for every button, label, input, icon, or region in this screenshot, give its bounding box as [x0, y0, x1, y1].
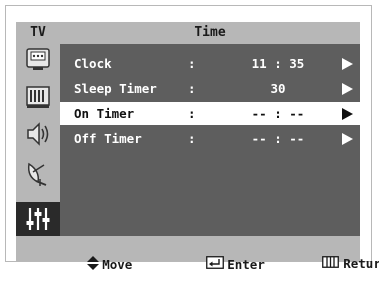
footer-enter-label: Enter	[227, 256, 265, 272]
menu-item-on-timer[interactable]: On Timer : -- : --	[60, 102, 360, 125]
footer-return: Return	[262, 241, 379, 286]
arrow-right-icon	[342, 102, 356, 125]
menu-item-label: Sleep Timer	[74, 81, 157, 96]
menu-item-label: Off Timer	[74, 131, 142, 146]
menu-item-off-timer[interactable]: Off Timer : -- : --	[60, 127, 360, 150]
footer-return-label: Return	[343, 256, 379, 271]
footer-enter: Enter	[146, 241, 265, 287]
arrow-right-icon	[342, 127, 356, 150]
menu-item-value: 11 : 35	[251, 56, 305, 71]
menu-item-sleep-timer[interactable]: Sleep Timer : 30	[60, 77, 360, 100]
enter-icon	[146, 241, 225, 287]
menu-item-clock[interactable]: Clock : 11 : 35	[60, 52, 360, 75]
menu-item-value: -- : --	[251, 131, 305, 146]
sidebar: TV	[16, 22, 60, 236]
menu-item-value: -- : --	[251, 106, 305, 121]
arrow-right-icon	[342, 52, 356, 75]
footer-move: Move	[26, 241, 132, 288]
channel-icon[interactable]	[22, 158, 54, 188]
up-down-arrows-icon	[26, 241, 100, 288]
tv-osd-screen: TV Time Clock: 11: 35 Sleep Timer: 30…	[16, 22, 379, 272]
picture-icon[interactable]	[22, 45, 54, 75]
sound-icon[interactable]	[22, 82, 54, 112]
page-title: Time	[194, 25, 226, 40]
arrow-right-icon	[342, 77, 356, 100]
speaker-icon[interactable]	[22, 119, 54, 149]
tv-label: TV	[30, 25, 46, 40]
menu-item-colon: :	[188, 81, 196, 96]
menu-item-label: Clock	[74, 56, 112, 71]
menu-panel: Clock : 11 : 35 Sleep Timer : 30 On Time…	[60, 44, 360, 236]
setup-icon[interactable]	[16, 202, 60, 236]
menu-item-colon: :	[188, 131, 196, 146]
menu-item-colon: :	[188, 56, 196, 71]
menu-return-icon	[262, 241, 340, 286]
menu-item-value: 30	[270, 81, 286, 96]
menu-item-label: On Timer	[74, 106, 135, 121]
menu-item-colon: :	[188, 106, 196, 121]
footer-move-label: Move	[102, 257, 133, 272]
footer-help-bar: Move Enter Return	[16, 236, 379, 272]
